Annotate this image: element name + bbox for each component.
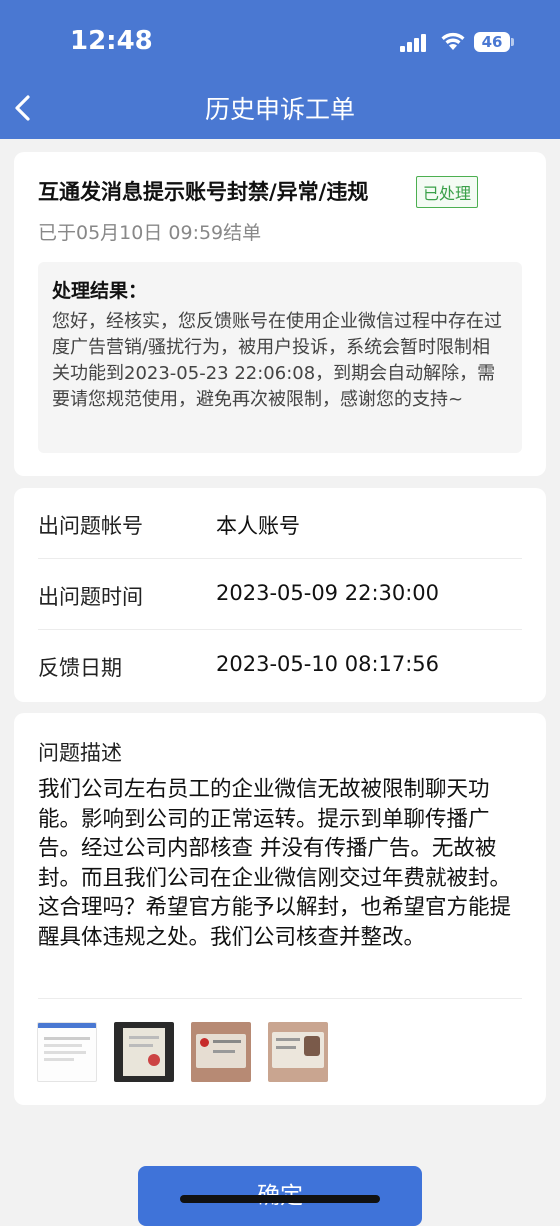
ticket-title: 互通发消息提示账号封禁/异常/违规 [38, 180, 369, 204]
ticket-card: 互通发消息提示账号封禁/异常/违规 已处理 已于05月10日 09:59结单 处… [14, 152, 546, 476]
info-row-feedback-date: 反馈日期 2023-05-10 08:17:56 [38, 630, 522, 701]
wifi-icon [441, 32, 465, 50]
attachment-thumbnail-certificate[interactable] [114, 1022, 174, 1082]
attachment-thumbnail-screenshot[interactable] [37, 1022, 97, 1082]
info-row-issue-time: 出问题时间 2023-05-09 22:30:00 [38, 559, 522, 630]
home-indicator [180, 1195, 380, 1203]
description-card: 问题描述 我们公司左右员工的企业微信无故被限制聊天功能。影响到公司的正常运转。提… [14, 713, 546, 1105]
result-label: 处理结果： [52, 280, 148, 302]
attachment-thumbnail-id-card-back[interactable] [268, 1022, 328, 1082]
divider [38, 998, 522, 999]
result-box: 处理结果： 您好，经核实，您反馈账号在使用企业微信过程中存在过度广告营销/骚扰行… [38, 262, 522, 453]
status-badge: 已处理 [416, 176, 479, 208]
info-value: 本人账号 [216, 514, 300, 538]
info-value: 2023-05-10 08:17:56 [216, 652, 440, 676]
cellular-signal-icon [400, 30, 432, 52]
closed-time: 已于05月10日 09:59结单 [38, 222, 262, 244]
battery-icon: 46 [474, 32, 514, 52]
status-time: 12:48 [70, 26, 153, 56]
info-label: 出问题时间 [38, 585, 143, 609]
description-text: 我们公司左右员工的企业微信无故被限制聊天功能。影响到公司的正常运转。提示到单聊传… [38, 777, 512, 950]
app-header: 12:48 46 历史申诉工单 [0, 0, 560, 139]
info-label: 出问题帐号 [38, 514, 143, 538]
page-title: 历史申诉工单 [204, 95, 355, 124]
description-label: 问题描述 [38, 741, 122, 765]
attachment-thumbnail-id-card-front[interactable] [191, 1022, 251, 1082]
info-label: 反馈日期 [38, 656, 122, 680]
info-value: 2023-05-09 22:30:00 [216, 581, 440, 605]
result-text: 您好，经核实，您反馈账号在使用企业微信过程中存在过度广告营销/骚扰行为，被用户投… [52, 311, 502, 410]
info-card: 出问题帐号 本人账号 出问题时间 2023-05-09 22:30:00 反馈日… [14, 488, 546, 702]
info-row-account: 出问题帐号 本人账号 [38, 488, 522, 559]
